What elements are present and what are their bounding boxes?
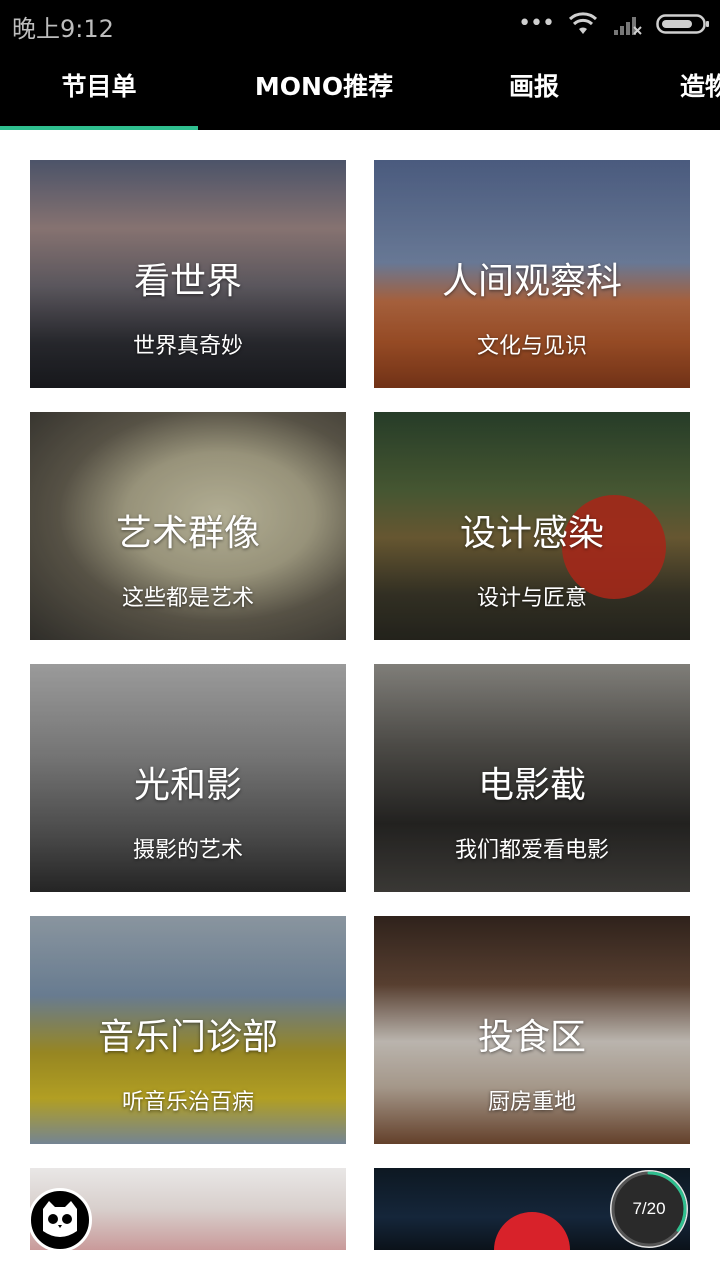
category-card-film[interactable]: 电影截 我们都爱看电影 — [374, 664, 690, 892]
red-sun-shape — [494, 1212, 570, 1250]
owl-avatar-button[interactable] — [28, 1188, 92, 1252]
card-title: 艺术群像 — [115, 513, 260, 554]
card-title: 人间观察科 — [441, 261, 622, 302]
card-title: 光和影 — [133, 765, 242, 806]
card-title: 音乐门诊部 — [97, 1017, 278, 1058]
signal-no-service-icon — [612, 12, 642, 40]
tab-mono-recommend[interactable]: MONO推荐 — [226, 52, 422, 126]
card-subtitle: 世界真奇妙 — [132, 334, 243, 359]
tab-creation[interactable]: 造物 — [680, 52, 720, 126]
status-bar: 晚上9:12 ••• — [0, 0, 720, 52]
card-title: 设计感染 — [459, 513, 604, 554]
status-icons: ••• — [518, 10, 710, 42]
card-subtitle: 文化与见识 — [476, 334, 587, 359]
category-card-art[interactable]: 艺术群像 这些都是艺术 — [30, 412, 346, 640]
card-subtitle: 设计与匠意 — [476, 586, 587, 611]
card-title: 看世界 — [133, 261, 242, 302]
owl-avatar-icon — [43, 1201, 77, 1237]
progress-text: 7/20 — [632, 1199, 666, 1218]
wifi-icon — [568, 12, 598, 40]
status-time: 晚上9:12 — [12, 15, 114, 43]
category-card-photography[interactable]: 光和影 摄影的艺术 — [30, 664, 346, 892]
card-subtitle: 我们都爱看电影 — [454, 838, 609, 863]
tab-pictorial[interactable]: 画报 — [470, 52, 598, 126]
card-subtitle: 厨房重地 — [487, 1090, 576, 1115]
card-subtitle: 听音乐治百病 — [121, 1090, 254, 1115]
card-subtitle: 这些都是艺术 — [121, 586, 254, 611]
category-card-music[interactable]: 音乐门诊部 听音乐治百病 — [30, 916, 346, 1144]
tab-program-list[interactable]: 节目单 — [0, 52, 198, 126]
page-progress-indicator[interactable]: 7/20 — [610, 1170, 688, 1248]
card-subtitle: 摄影的艺术 — [132, 838, 243, 863]
category-card-design[interactable]: 设计感染 设计与匠意 — [374, 412, 690, 640]
category-grid: 看世界 世界真奇妙 人间观察科 文化与见识 艺术群像 这些都是艺术 设计感染 设… — [0, 130, 720, 1280]
battery-icon — [656, 12, 710, 40]
card-title: 电影截 — [477, 765, 586, 806]
category-card-food[interactable]: 投食区 厨房重地 — [374, 916, 690, 1144]
category-card-human-observation[interactable]: 人间观察科 文化与见识 — [374, 160, 690, 388]
card-title: 投食区 — [477, 1017, 586, 1058]
tab-bar: 节目单 MONO推荐 画报 造物 — [0, 52, 720, 130]
category-card-world[interactable]: 看世界 世界真奇妙 — [30, 160, 346, 388]
more-dots-icon: ••• — [518, 10, 555, 36]
